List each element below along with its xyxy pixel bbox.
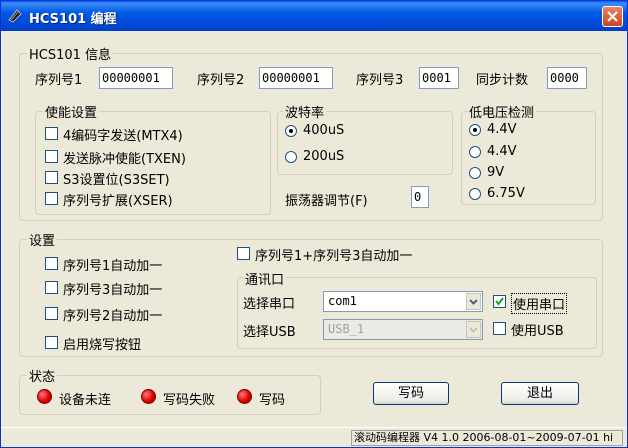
port-select[interactable]: com1 [323,291,483,312]
device-status-label: 设备未连 [59,393,112,408]
statusbar-text: 滚动码编程器 V4 1.0 2006-08-01~2009-07-01 hi [351,430,623,446]
use-serial-checkbox[interactable] [493,295,506,308]
enable-legend: 使能设置 [43,102,100,121]
sync-count-label: 同步计数 [476,73,529,88]
serial1-autoinc-label: 序列号1自动加一 [63,259,163,274]
lowvolt-radio-3[interactable] [469,188,481,200]
write-status-label: 写码 [259,393,286,408]
serial3-label: 序列号3 [356,73,404,88]
lowvolt-radio-0[interactable] [469,124,481,136]
chevron-down-icon[interactable] [466,293,481,310]
write-button[interactable]: 写码 [373,382,449,405]
write-fail-label: 写码失败 [163,393,216,408]
baud-400-label: 400uS [303,123,345,138]
lowvolt-radio-2[interactable] [469,167,481,179]
serial1-field[interactable]: 00000001 [99,67,173,89]
xser-label: 序列号扩展(XSER) [63,194,173,209]
s3set-checkbox[interactable] [45,171,58,184]
serial1-label: 序列号1 [35,73,83,88]
enable-burn-button-checkbox[interactable] [45,336,58,349]
serial13-autoinc-checkbox[interactable] [237,247,250,260]
main-window: HCS101 编程 HCS101 信息 序列号1 00000001 序列号2 0… [0,0,628,448]
usb-label: 选择USB [243,325,296,340]
status-bar: 滚动码编程器 V4 1.0 2006-08-01~2009-07-01 hi [1,427,627,447]
usb-select[interactable]: USB_1 [323,319,483,340]
serial2-field[interactable]: 00000001 [259,67,333,89]
lowvolt-label-3: 6.75V [487,186,525,201]
serial3-autoinc-label: 序列号3自动加一 [63,283,163,298]
lowvolt-label-1: 4.4V [487,144,517,159]
settings-legend: 设置 [27,230,58,249]
s3set-label: S3设置位(S3SET) [63,173,170,188]
use-usb-checkbox[interactable] [493,322,506,335]
mtx4-checkbox[interactable] [45,127,58,140]
device-led [37,389,52,404]
serial2-autoinc-label: 序列号2自动加一 [63,309,163,324]
txen-checkbox[interactable] [45,150,58,163]
title-bar[interactable]: HCS101 编程 [1,1,627,31]
osc-label: 振荡器调节(F) [285,194,368,209]
xser-checkbox[interactable] [45,192,58,205]
lowvolt-label-0: 4.4V [487,122,517,137]
close-icon [607,11,618,22]
serial2-label: 序列号2 [197,73,245,88]
checkmark-icon [495,297,504,306]
lowvolt-radio-1[interactable] [469,146,481,158]
write-led [237,389,252,404]
chevron-down-icon [466,321,481,338]
use-serial-label: 使用串口 [511,293,568,314]
lowvolt-group [461,111,596,205]
mtx4-label: 4编码字发送(MTX4) [63,129,183,144]
serial3-field[interactable]: 0001 [419,67,459,89]
window-title: HCS101 编程 [29,12,117,27]
txen-label: 发送脉冲使能(TXEN) [63,152,186,167]
close-button[interactable] [602,6,623,27]
serial13-autoinc-label: 序列号1+序列号3自动加一 [255,249,413,264]
usb-value: USB_1 [328,322,365,336]
comm-legend: 通讯口 [243,269,287,288]
baud-400-radio[interactable] [285,125,297,137]
hcs-info-legend: HCS101 信息 [27,44,114,63]
port-value: com1 [328,294,357,308]
use-usb-label: 使用USB [511,324,564,339]
app-icon [8,9,22,23]
serial3-autoinc-checkbox[interactable] [45,281,58,294]
exit-button[interactable]: 退出 [501,382,579,405]
baud-200-label: 200uS [303,149,345,164]
write-fail-led [141,389,156,404]
baud-legend: 波特率 [283,102,327,121]
osc-field[interactable]: 0 [411,186,429,208]
sync-count-field[interactable]: 0000 [547,67,587,89]
enable-burn-button-label: 启用烧写按钮 [63,338,142,353]
serial1-autoinc-checkbox[interactable] [45,257,58,270]
status-legend: 状态 [27,366,58,385]
lowvolt-legend: 低电压检测 [467,102,537,121]
lowvolt-label-2: 9V [487,165,505,180]
baud-200-radio[interactable] [285,151,297,163]
port-label: 选择串口 [243,297,296,312]
serial2-autoinc-checkbox[interactable] [45,307,58,320]
